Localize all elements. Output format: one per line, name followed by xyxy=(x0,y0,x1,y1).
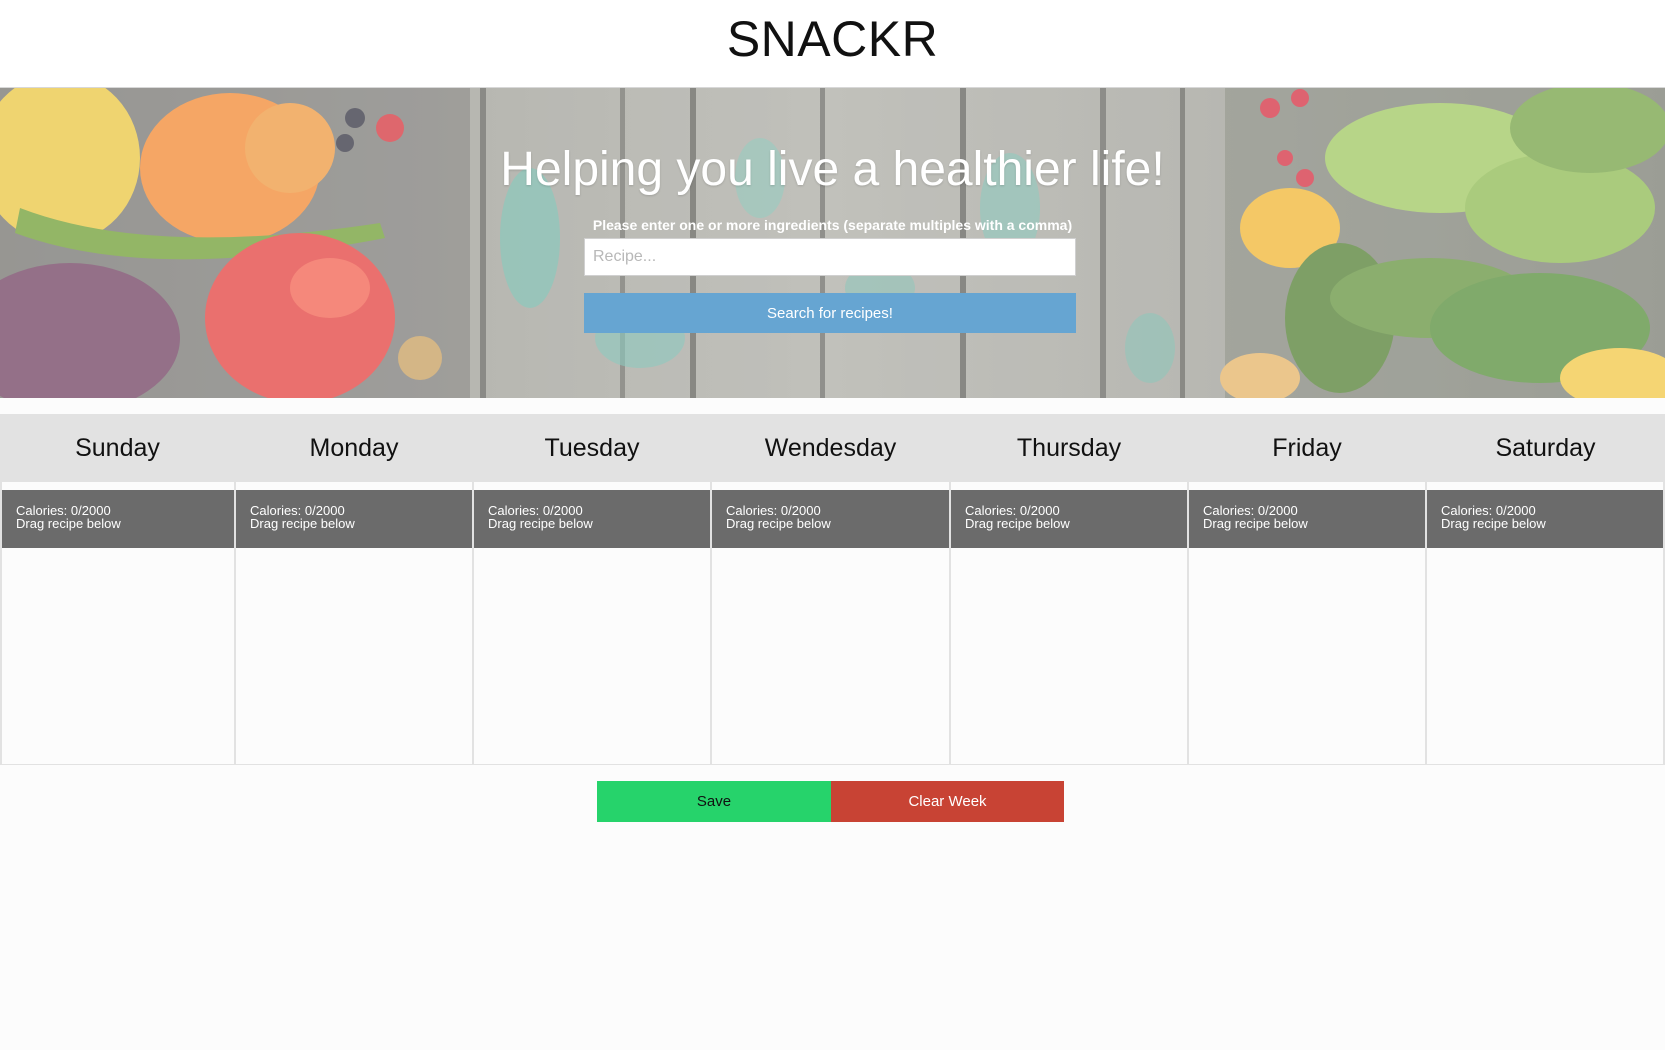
top-bar: SNACKR xyxy=(0,0,1665,88)
recipe-drop-zone-monday[interactable] xyxy=(236,548,472,764)
drag-hint: Drag recipe below xyxy=(726,516,831,531)
drag-hint: Drag recipe below xyxy=(965,516,1070,531)
drag-hint: Drag recipe below xyxy=(250,516,355,531)
day-header-bar: Sunday Monday Tuesday Wendesday Thursday… xyxy=(0,414,1665,482)
clear-week-button[interactable]: Clear Week xyxy=(831,781,1064,822)
grid-divider xyxy=(0,764,1665,765)
day-header-sunday: Sunday xyxy=(75,434,160,462)
day-column-tuesday: Calories: 0/2000 Drag recipe below xyxy=(472,482,712,764)
day-header-saturday: Saturday xyxy=(1495,434,1596,462)
calorie-box: Calories: 0/2000 Drag recipe below xyxy=(712,490,949,548)
save-button[interactable]: Save xyxy=(597,781,831,822)
day-header-wednesday: Wendesday xyxy=(764,434,897,462)
day-header-friday: Friday xyxy=(1272,434,1342,462)
day-column-sunday: Calories: 0/2000 Drag recipe below xyxy=(0,482,236,764)
day-column-monday: Calories: 0/2000 Drag recipe below xyxy=(234,482,474,764)
hero-banner: Helping you live a healthier life! Pleas… xyxy=(0,88,1665,398)
day-column-wednesday: Calories: 0/2000 Drag recipe below xyxy=(710,482,951,764)
calorie-box: Calories: 0/2000 Drag recipe below xyxy=(236,490,472,548)
day-column-thursday: Calories: 0/2000 Drag recipe below xyxy=(949,482,1189,764)
drag-hint: Drag recipe below xyxy=(488,516,593,531)
search-recipes-button[interactable]: Search for recipes! xyxy=(584,293,1076,333)
calorie-box: Calories: 0/2000 Drag recipe below xyxy=(2,490,234,548)
day-header-thursday: Thursday xyxy=(1016,434,1122,462)
day-column-saturday: Calories: 0/2000 Drag recipe below xyxy=(1425,482,1665,764)
hero-title: Helping you live a healthier life! xyxy=(500,143,1165,196)
drag-hint: Drag recipe below xyxy=(1203,516,1308,531)
recipe-drop-zone-friday[interactable] xyxy=(1189,548,1425,764)
recipe-drop-zone-tuesday[interactable] xyxy=(474,548,710,764)
recipe-drop-zone-sunday[interactable] xyxy=(2,548,234,764)
recipe-drop-zone-wednesday[interactable] xyxy=(712,548,949,764)
calorie-box: Calories: 0/2000 Drag recipe below xyxy=(951,490,1187,548)
calorie-box: Calories: 0/2000 Drag recipe below xyxy=(1189,490,1425,548)
drag-hint: Drag recipe below xyxy=(1441,516,1546,531)
recipe-search-input[interactable] xyxy=(584,238,1076,276)
day-header-tuesday: Tuesday xyxy=(544,434,640,462)
brand-logo[interactable]: SNACKR xyxy=(0,10,1665,68)
search-instructions: Please enter one or more ingredients (se… xyxy=(592,217,1073,233)
day-column-friday: Calories: 0/2000 Drag recipe below xyxy=(1187,482,1427,764)
day-header-monday: Monday xyxy=(309,434,399,462)
recipe-drop-zone-saturday[interactable] xyxy=(1427,548,1663,764)
recipe-drop-zone-thursday[interactable] xyxy=(951,548,1187,764)
calorie-box: Calories: 0/2000 Drag recipe below xyxy=(474,490,710,548)
drag-hint: Drag recipe below xyxy=(16,516,121,531)
calorie-box: Calories: 0/2000 Drag recipe below xyxy=(1427,490,1663,548)
